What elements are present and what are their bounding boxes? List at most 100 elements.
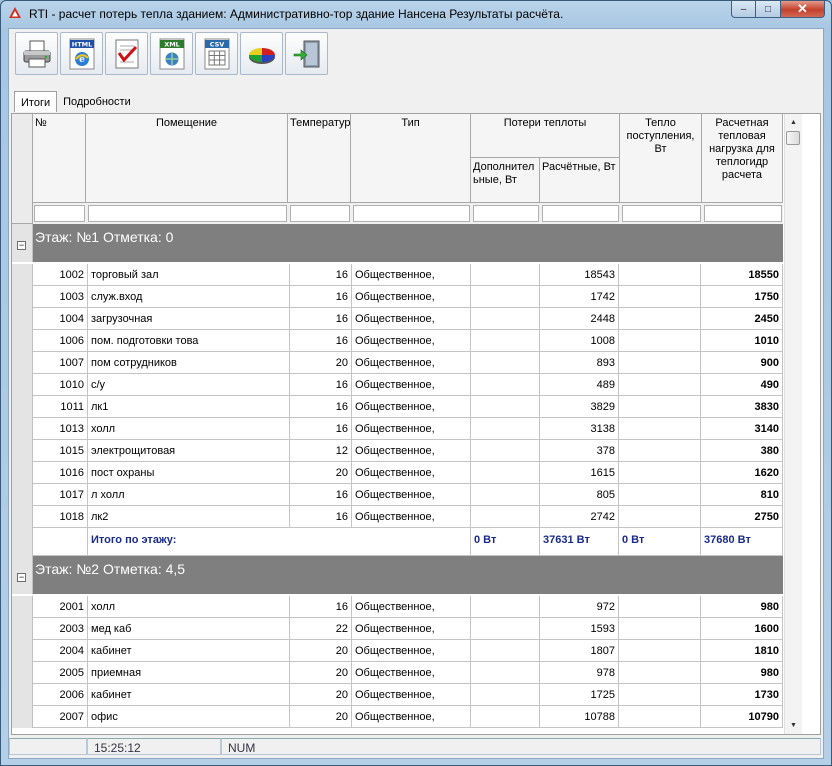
cell-heat-gain <box>619 662 701 684</box>
filter-heat-gain[interactable] <box>622 205 701 222</box>
maximize-button[interactable]: □ <box>756 1 781 18</box>
table-row[interactable]: 2006 кабинет 20 Общественное, 1725 1730 <box>33 684 783 706</box>
cell-design-load: 2450 <box>701 308 783 330</box>
html-icon-label: HTML <box>72 41 92 49</box>
cell-num: 2005 <box>33 662 88 684</box>
tab-details[interactable]: Подробности <box>57 93 137 111</box>
cell-losses-additional <box>471 330 540 352</box>
cell-num: 1011 <box>33 396 88 418</box>
cell-losses-calculated: 1593 <box>540 618 619 640</box>
table-row[interactable]: 1004 загрузочная 16 Общественное, 2448 2450 <box>33 308 783 330</box>
collapse-group-icon[interactable]: − <box>17 573 26 582</box>
header-design-load[interactable]: Расчетная тепловая нагрузка для теплогид… <box>702 114 783 203</box>
cell-type: Общественное, <box>352 418 471 440</box>
cell-design-load: 810 <box>701 484 783 506</box>
cell-heat-gain <box>619 308 701 330</box>
header-losses[interactable]: Потери теплоты <box>471 114 620 158</box>
header-num[interactable]: № <box>33 114 86 203</box>
export-doc-button[interactable] <box>105 32 148 75</box>
table-row[interactable]: 1016 пост охраны 20 Общественное, 1615 1620 <box>33 462 783 484</box>
filter-losses-calculated[interactable] <box>542 205 619 222</box>
cell-heat-gain <box>619 462 701 484</box>
table-row[interactable]: 1002 торговый зал 16 Общественное, 18543 1855… <box>33 264 783 286</box>
header-heat-gain[interactable]: Тепло поступления, Вт <box>620 114 702 203</box>
floor-total-additional: 0 Вт <box>471 528 540 556</box>
cell-type: Общественное, <box>352 396 471 418</box>
cell-room: пост охраны <box>88 462 290 484</box>
header-type[interactable]: Тип <box>351 114 471 203</box>
tab-summary[interactable]: Итоги <box>14 91 58 112</box>
floor-total-heat-gain: 0 Вт <box>619 528 701 556</box>
floor-group-header[interactable]: Этаж: №1 Отметка: 0 <box>33 224 783 262</box>
cell-heat-gain <box>619 418 701 440</box>
table-row[interactable]: 1015 электрощитовая 12 Общественное, 378 380 <box>33 440 783 462</box>
table-row[interactable]: 1018 лк2 16 Общественное, 2742 2750 <box>33 506 783 528</box>
title-bar[interactable]: RTI - расчет потерь тепла зданием: Админ… <box>1 1 831 27</box>
scroll-up-icon[interactable]: ▲ <box>785 114 802 131</box>
header-room[interactable]: Помещение <box>86 114 288 203</box>
filter-room[interactable] <box>88 205 287 222</box>
table-row[interactable]: 1010 с/у 16 Общественное, 489 490 <box>33 374 783 396</box>
cell-num: 2007 <box>33 706 88 728</box>
vertical-scrollbar[interactable]: ▲ ▼ <box>784 114 802 734</box>
cell-temperature: 20 <box>290 706 352 728</box>
cell-type: Общественное, <box>352 264 471 286</box>
table-row[interactable]: 2001 холл 16 Общественное, 972 980 <box>33 596 783 618</box>
cell-losses-additional <box>471 484 540 506</box>
cell-losses-calculated: 18543 <box>540 264 619 286</box>
cell-room: холл <box>88 596 290 618</box>
cell-losses-additional <box>471 462 540 484</box>
html-icon: HTML e <box>69 38 95 70</box>
table-row[interactable]: 2003 мед каб 22 Общественное, 1593 1600 <box>33 618 783 640</box>
cell-temperature: 20 <box>290 640 352 662</box>
floor-group-header[interactable]: Этаж: №2 Отметка: 4,5 <box>33 556 783 594</box>
cell-type: Общественное, <box>352 596 471 618</box>
collapse-group-icon[interactable]: − <box>17 241 26 250</box>
cell-num: 2001 <box>33 596 88 618</box>
filter-num[interactable] <box>34 205 85 222</box>
table-row[interactable]: 2004 кабинет 20 Общественное, 1807 1810 <box>33 640 783 662</box>
document-check-icon <box>115 39 139 69</box>
filter-type[interactable] <box>353 205 470 222</box>
table-row[interactable]: 1006 пом. подготовки това 16 Общественное, 1… <box>33 330 783 352</box>
export-xml-button[interactable]: XML <box>150 32 193 75</box>
filter-losses-additional[interactable] <box>473 205 539 222</box>
print-button[interactable] <box>15 32 58 75</box>
tab-bar: Итоги Подробности <box>14 91 137 113</box>
results-grid[interactable]: № Помещение Температур Тип Потери теплот… <box>12 114 783 734</box>
scroll-down-icon[interactable]: ▼ <box>785 717 802 734</box>
filter-temperature[interactable] <box>290 205 350 222</box>
cell-type: Общественное, <box>352 352 471 374</box>
cell-losses-calculated: 2448 <box>540 308 619 330</box>
header-losses-additional[interactable]: Дополнител ьные, Вт <box>471 158 540 203</box>
grid-header: № Помещение Температур Тип Потери теплот… <box>12 114 783 224</box>
export-html-button[interactable]: HTML e <box>60 32 103 75</box>
header-losses-calculated[interactable]: Расчётные, Вт <box>540 158 620 203</box>
table-row[interactable]: 1013 холл 16 Общественное, 3138 3140 <box>33 418 783 440</box>
table-row[interactable]: 1017 л холл 16 Общественное, 805 810 <box>33 484 783 506</box>
filter-design-load[interactable] <box>704 205 782 222</box>
table-row[interactable]: 2005 приемная 20 Общественное, 978 980 <box>33 662 783 684</box>
header-temperature[interactable]: Температур <box>288 114 351 203</box>
chart-button[interactable] <box>240 32 283 75</box>
close-button[interactable]: ✕ <box>781 1 825 18</box>
cell-temperature: 20 <box>290 462 352 484</box>
cell-temperature: 16 <box>290 308 352 330</box>
cell-losses-additional <box>471 684 540 706</box>
minimize-button[interactable]: – <box>731 1 756 18</box>
floor-total-design-load: 37680 Вт <box>701 528 783 556</box>
cell-losses-calculated: 10788 <box>540 706 619 728</box>
table-row[interactable]: 1011 лк1 16 Общественное, 3829 3830 <box>33 396 783 418</box>
cell-design-load: 380 <box>701 440 783 462</box>
cell-type: Общественное, <box>352 484 471 506</box>
scroll-thumb[interactable] <box>786 131 800 145</box>
svg-text:e: e <box>79 55 85 65</box>
exit-button[interactable] <box>285 32 328 75</box>
table-row[interactable]: 1003 служ.вход 16 Общественное, 1742 1750 <box>33 286 783 308</box>
export-csv-button[interactable]: CSV <box>195 32 238 75</box>
cell-losses-additional <box>471 618 540 640</box>
cell-design-load: 1750 <box>701 286 783 308</box>
cell-losses-calculated: 978 <box>540 662 619 684</box>
table-row[interactable]: 2007 офис 20 Общественное, 10788 10790 <box>33 706 783 728</box>
table-row[interactable]: 1007 пом сотрудников 20 Общественное, 893 900 <box>33 352 783 374</box>
